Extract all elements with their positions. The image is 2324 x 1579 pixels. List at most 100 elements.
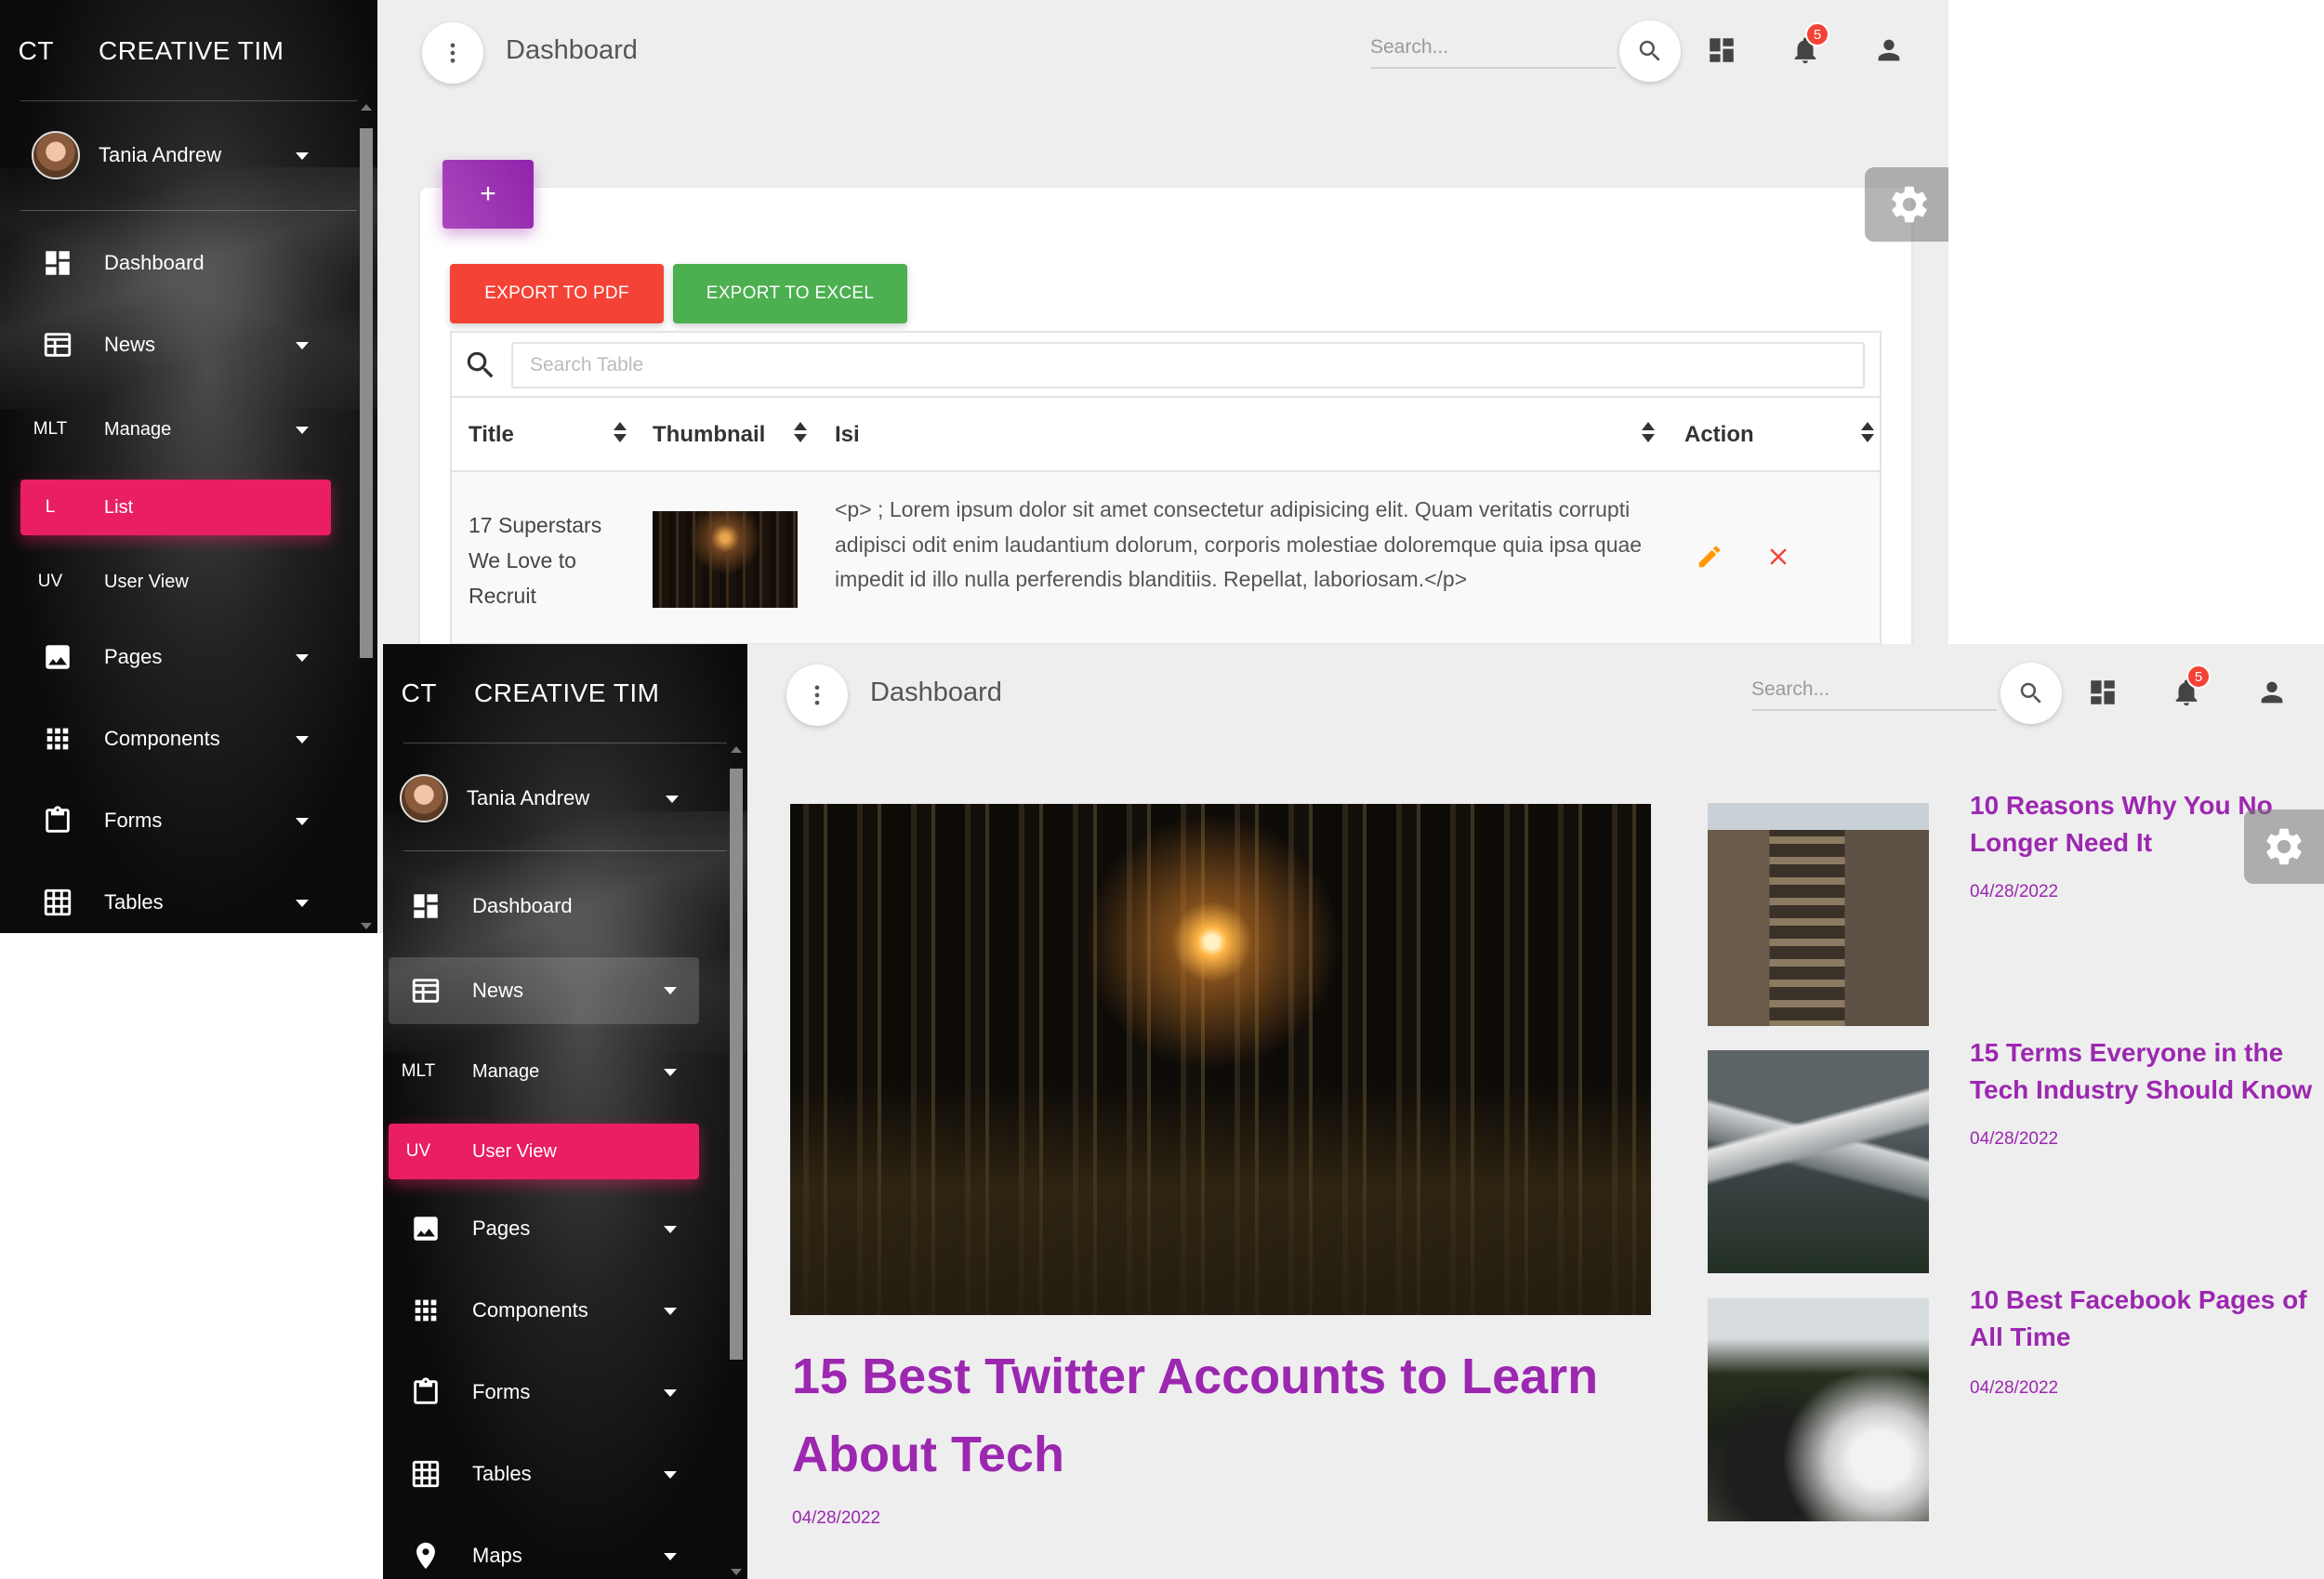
article-image[interactable] bbox=[1708, 1298, 1929, 1521]
sidebar-item-tables[interactable]: Tables bbox=[389, 1446, 699, 1502]
sort-icon[interactable] bbox=[614, 422, 627, 446]
logo-text: CREATIVE TIM bbox=[474, 678, 660, 707]
user-name: Tania Andrew bbox=[467, 786, 590, 809]
sidebar: CT CREATIVE TIM Tania Andrew Dashboard N… bbox=[0, 0, 377, 933]
search-button[interactable] bbox=[1619, 20, 1681, 82]
sidebar-item-pages[interactable]: Pages bbox=[389, 1201, 699, 1257]
logo-mini: CT bbox=[401, 678, 437, 707]
table-search-input[interactable] bbox=[511, 342, 1865, 388]
settings-button[interactable] bbox=[2244, 809, 2324, 884]
top-navbar: Dashboard 5 bbox=[377, 0, 1948, 102]
export-excel-button[interactable]: EXPORT TO EXCEL bbox=[673, 264, 907, 323]
column-isi[interactable]: Isi bbox=[835, 398, 860, 472]
sidebar-logo[interactable]: CT CREATIVE TIM bbox=[0, 28, 377, 74]
sidebar-item-dashboard[interactable]: Dashboard bbox=[389, 878, 699, 934]
chevron-down-icon bbox=[296, 427, 309, 434]
chevron-down-icon bbox=[296, 900, 309, 907]
user-menu[interactable]: Tania Andrew bbox=[383, 771, 747, 825]
more-vert-icon bbox=[450, 43, 456, 63]
sidebar-item-user-view[interactable]: UV User View bbox=[389, 1124, 699, 1179]
pencil-icon bbox=[1698, 546, 1721, 568]
account-button[interactable] bbox=[1870, 32, 1908, 69]
chevron-down-icon bbox=[664, 1553, 677, 1560]
table-header: Title Thumbnail Isi Action bbox=[452, 398, 1880, 472]
search-input[interactable] bbox=[1751, 670, 1997, 711]
dashboard-icon bbox=[396, 890, 456, 922]
article-title[interactable]: 15 Terms Everyone in the Tech Industry S… bbox=[1970, 1034, 2323, 1109]
avatar bbox=[400, 774, 448, 822]
export-pdf-button[interactable]: EXPORT TO PDF bbox=[450, 264, 664, 323]
sidebar-item-user-view[interactable]: UV User View bbox=[20, 554, 331, 610]
chevron-down-icon bbox=[664, 1389, 677, 1397]
notification-badge: 5 bbox=[1805, 22, 1829, 46]
column-title[interactable]: Title bbox=[469, 398, 514, 472]
search-icon bbox=[1639, 40, 1660, 61]
column-action[interactable]: Action bbox=[1684, 398, 1754, 472]
search-input[interactable] bbox=[1370, 28, 1616, 69]
row-isi: <p> ; Lorem ipsum dolor sit amet consect… bbox=[835, 497, 1643, 591]
sidebar: CT CREATIVE TIM Tania Andrew Dashboard N… bbox=[383, 644, 747, 1579]
chevron-down-icon bbox=[664, 1308, 677, 1315]
chevron-down-icon bbox=[664, 1471, 677, 1479]
apps-icon bbox=[28, 723, 87, 755]
settings-button[interactable] bbox=[1865, 167, 1948, 242]
chevron-down-icon bbox=[296, 736, 309, 743]
search-icon bbox=[2020, 682, 2041, 704]
sidebar-scrollbar[interactable] bbox=[727, 743, 746, 1579]
person-icon bbox=[1878, 39, 1900, 61]
sort-icon[interactable] bbox=[1642, 422, 1655, 446]
sidebar-item-tables[interactable]: Tables bbox=[20, 875, 331, 930]
close-icon bbox=[1770, 548, 1787, 565]
sidebar-logo[interactable]: CT CREATIVE TIM bbox=[383, 670, 747, 717]
chevron-down-icon bbox=[664, 1069, 677, 1076]
dashboard-icon bbox=[28, 247, 87, 279]
notifications-button[interactable]: 5 bbox=[2168, 664, 2211, 711]
article-image[interactable] bbox=[1708, 803, 1929, 1026]
column-thumbnail[interactable]: Thumbnail bbox=[653, 398, 765, 472]
table-search bbox=[452, 333, 1880, 398]
sidebar-item-manage[interactable]: MLT Manage bbox=[389, 1044, 699, 1099]
sidebar-item-dashboard[interactable]: Dashboard bbox=[20, 235, 331, 291]
gear-icon bbox=[2266, 828, 2302, 865]
more-vert-icon bbox=[814, 685, 820, 705]
dashboard-icon bbox=[2091, 680, 2115, 704]
user-menu[interactable]: Tania Andrew bbox=[0, 128, 377, 182]
sort-icon[interactable] bbox=[794, 422, 807, 446]
featured-image[interactable] bbox=[790, 804, 1651, 1315]
top-navbar: Dashboard 5 bbox=[747, 644, 2324, 746]
sidebar-item-news[interactable]: News bbox=[20, 317, 331, 373]
dashboard-button[interactable] bbox=[1703, 32, 1740, 69]
image-icon bbox=[28, 641, 87, 673]
sidebar-item-manage[interactable]: MLT Manage bbox=[20, 401, 331, 457]
chevron-down-icon bbox=[296, 818, 309, 825]
notifications-button[interactable]: 5 bbox=[1787, 22, 1829, 69]
sidebar-item-pages[interactable]: Pages bbox=[20, 629, 331, 685]
sidebar-scrollbar[interactable] bbox=[357, 100, 376, 933]
sidebar-item-list[interactable]: L List bbox=[20, 480, 331, 535]
add-button[interactable]: + bbox=[442, 160, 534, 229]
edit-button[interactable] bbox=[1696, 543, 1723, 571]
article-image[interactable] bbox=[1708, 1050, 1929, 1273]
sidebar-item-maps[interactable]: Maps bbox=[389, 1528, 699, 1579]
sidebar-toggle-button[interactable] bbox=[786, 664, 848, 726]
delete-button[interactable] bbox=[1764, 543, 1792, 571]
sort-icon[interactable] bbox=[1861, 422, 1874, 446]
dashboard-button[interactable] bbox=[2084, 674, 2121, 711]
apps-icon bbox=[396, 1295, 456, 1326]
sidebar-item-news[interactable]: News bbox=[389, 957, 699, 1024]
sidebar-item-forms[interactable]: Forms bbox=[20, 793, 331, 849]
account-button[interactable] bbox=[2253, 674, 2291, 711]
page-title: Dashboard bbox=[870, 678, 1002, 707]
sidebar-toggle-button[interactable] bbox=[422, 22, 483, 84]
article-date: 04/28/2022 bbox=[1970, 882, 2059, 901]
featured-date: 04/28/2022 bbox=[792, 1508, 881, 1528]
sidebar-item-forms[interactable]: Forms bbox=[389, 1364, 699, 1420]
clipboard-icon bbox=[28, 805, 87, 836]
article-title[interactable]: 10 Best Facebook Pages of All Time bbox=[1970, 1282, 2323, 1356]
search-button[interactable] bbox=[2000, 663, 2062, 724]
sidebar-item-components[interactable]: Components bbox=[20, 711, 331, 767]
dashboard-icon bbox=[1710, 38, 1734, 62]
chevron-down-icon bbox=[296, 342, 309, 349]
sidebar-item-components[interactable]: Components bbox=[389, 1283, 699, 1338]
featured-title[interactable]: 15 Best Twitter Accounts to Learn About … bbox=[792, 1337, 1629, 1493]
